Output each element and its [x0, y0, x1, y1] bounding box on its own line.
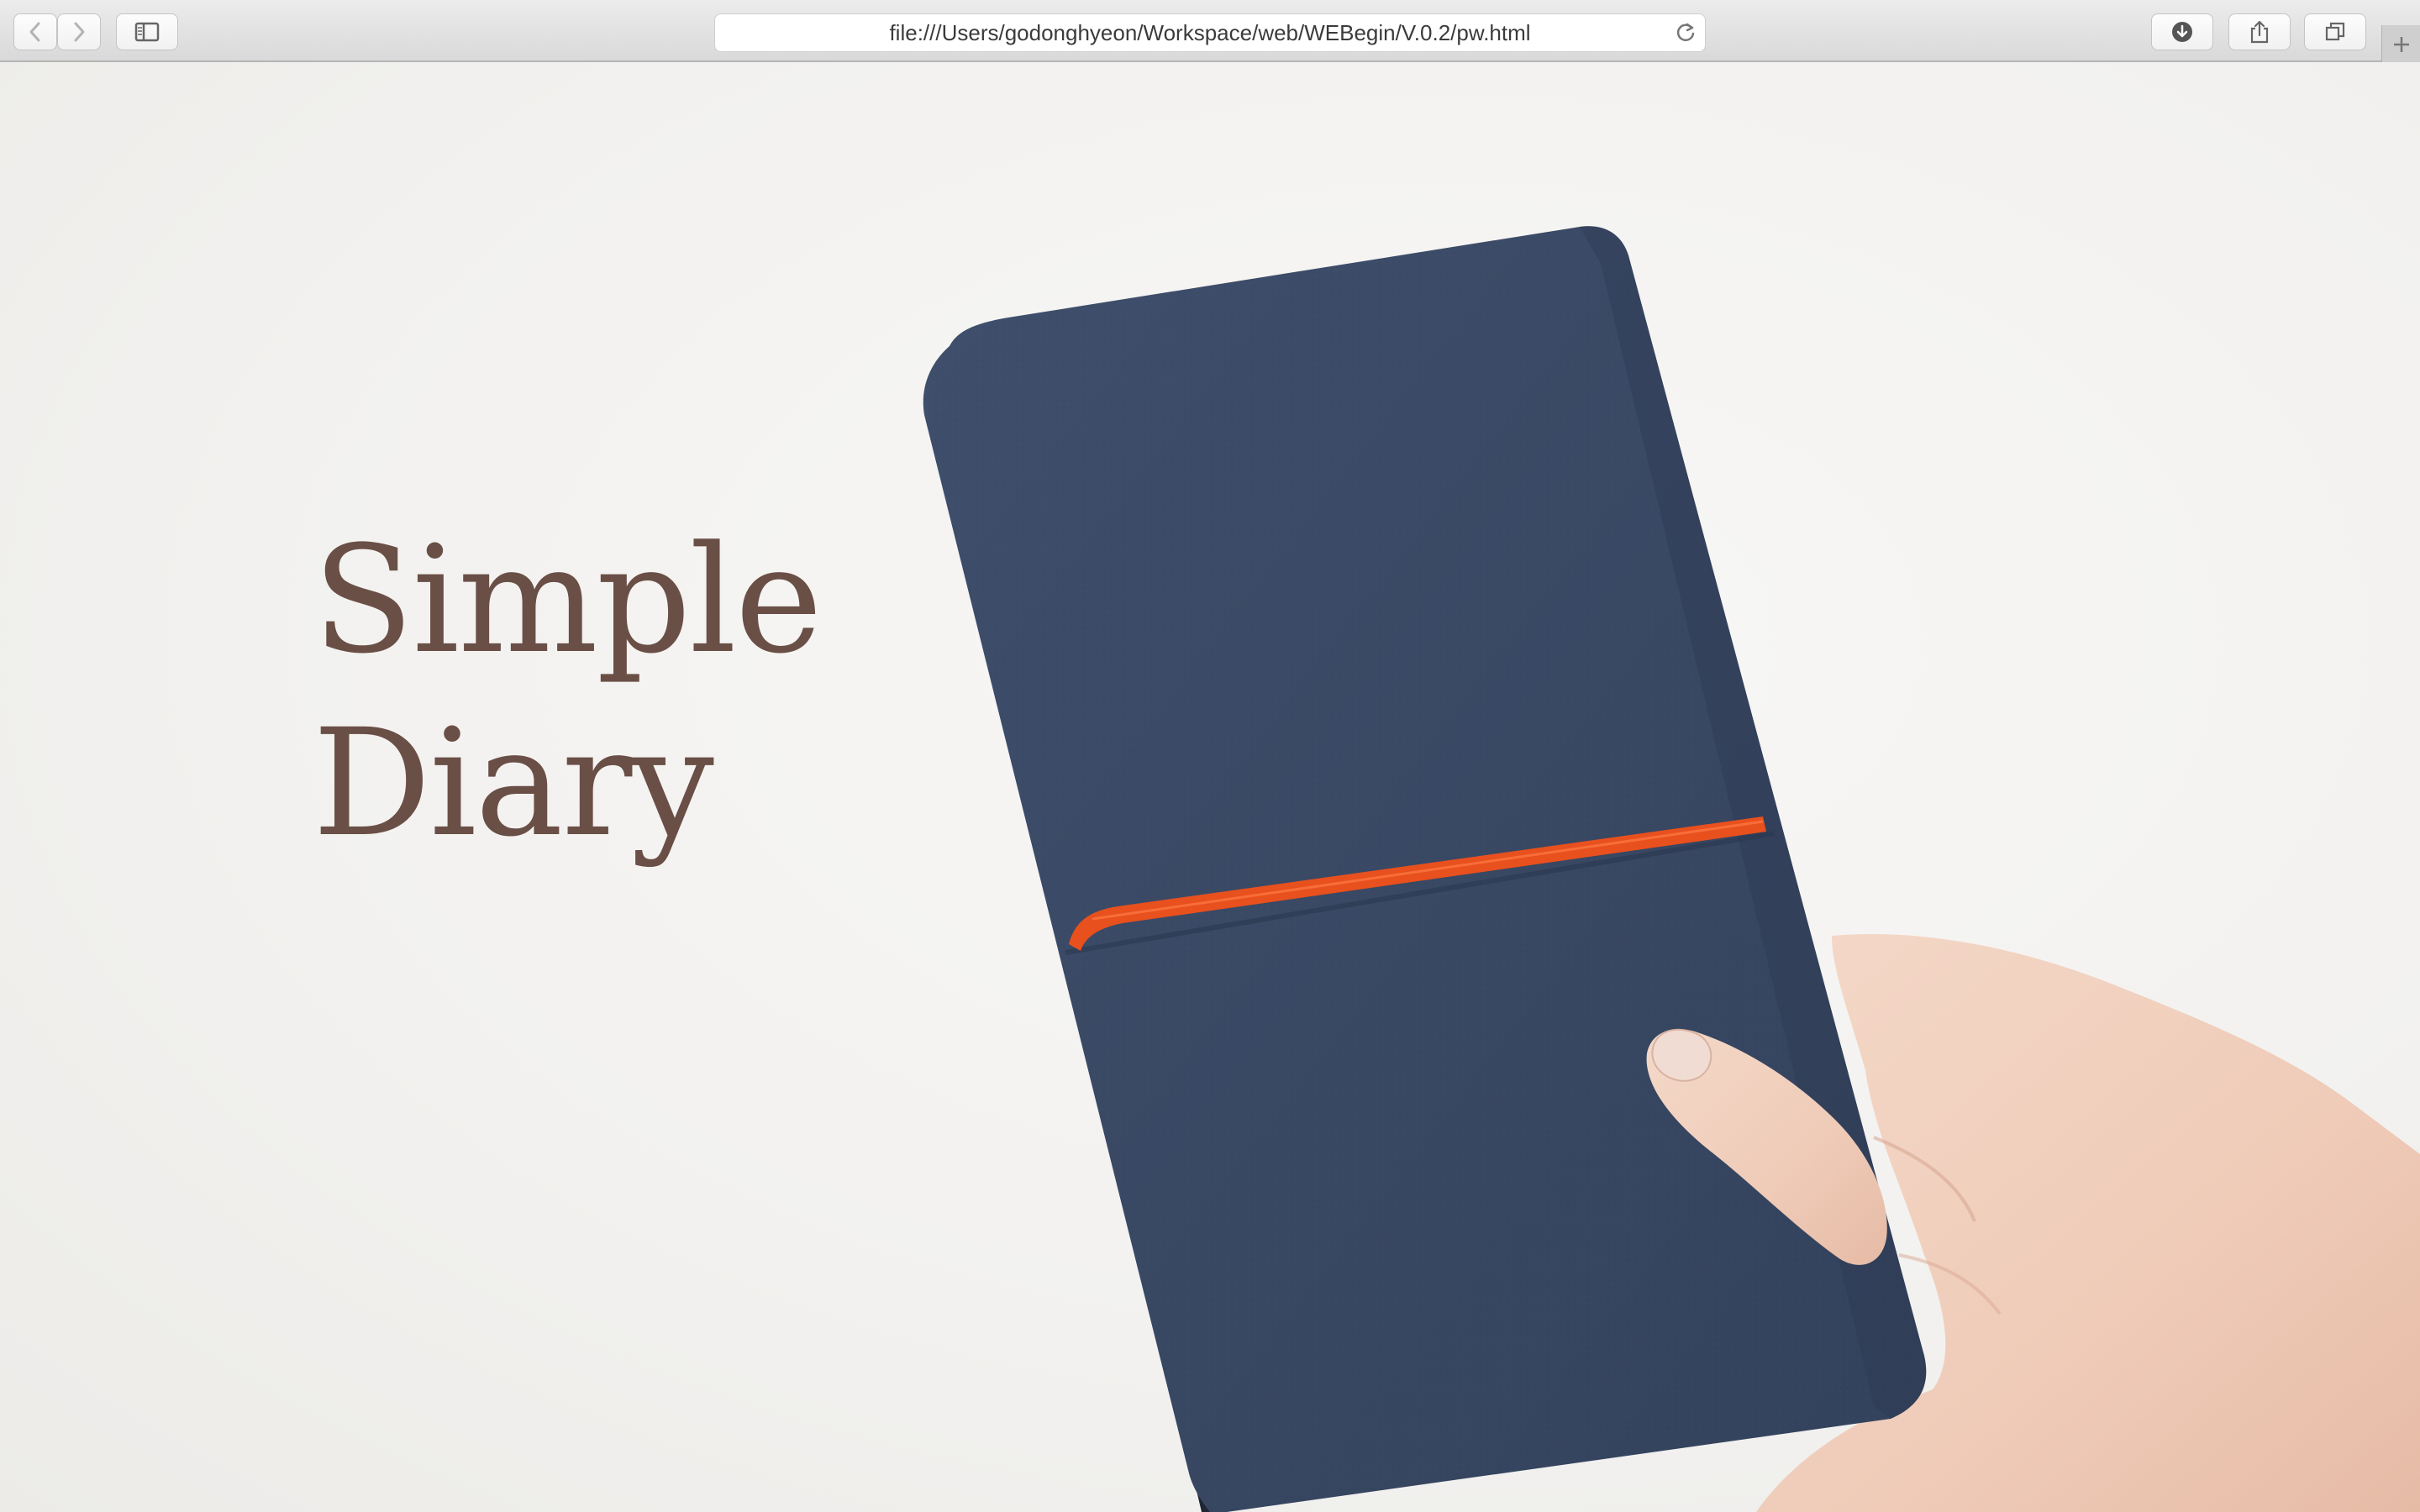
sidebar-icon	[134, 22, 160, 42]
page-title: Simple Diary	[313, 509, 823, 875]
tabs-overview-button[interactable]	[2304, 13, 2366, 50]
reload-icon	[1676, 23, 1695, 41]
page-viewport: Simple Diary	[0, 62, 2420, 1512]
chevron-right-icon	[74, 22, 85, 42]
downloads-button[interactable]	[2151, 13, 2213, 50]
download-icon	[2172, 22, 2192, 42]
url-text[interactable]: file:///Users/godonghyeon/Workspace/web/…	[715, 14, 1705, 51]
share-button[interactable]	[2228, 13, 2291, 50]
address-bar[interactable]: file:///Users/godonghyeon/Workspace/web/…	[714, 13, 1706, 52]
page-title-line-1: Simple	[313, 514, 823, 686]
forward-button[interactable]	[57, 13, 101, 50]
page-title-line-2: Diary	[313, 697, 714, 869]
plus-icon	[2393, 37, 2409, 52]
browser-toolbar: file:///Users/godonghyeon/Workspace/web/…	[0, 0, 2420, 64]
tabs-overview-icon	[2325, 22, 2345, 41]
back-button[interactable]	[13, 13, 57, 50]
sidebar-button[interactable]	[116, 13, 178, 50]
chevron-left-icon	[29, 22, 40, 42]
share-icon	[2250, 20, 2269, 44]
new-tab-button[interactable]	[2381, 25, 2420, 64]
reload-button[interactable]	[1675, 22, 1697, 48]
